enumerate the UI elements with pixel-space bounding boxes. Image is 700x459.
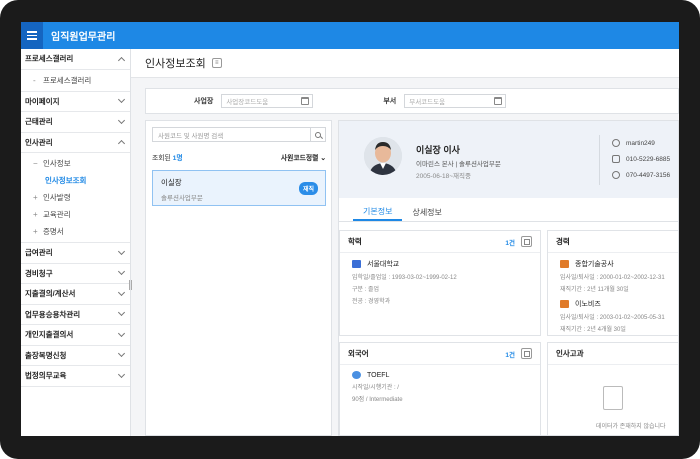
language-count: 1건 [505,351,515,359]
chevron-down-icon [117,329,126,337]
app-screen: 임직원업무관리 프로세스갤러리 - 프로세스갤러리 마이페이지 근태관리 인사관리… [21,22,679,436]
status-badge: 재직 [298,182,318,195]
career-entry: 종합기술공사 입사일/퇴사일 : 2000-01-02~2002-12-31 재… [560,260,665,293]
briefcase-icon [560,300,569,308]
education-count: 1건 [505,239,515,247]
contact-phone: 070-4497-3156 [612,167,670,183]
sidebar-item-company-car[interactable]: 업무용승용차관리 [21,305,130,325]
contact-info: martin249 010-5229-6885 070-4497-3156 [599,135,670,185]
detail-tabs: 기본정보 상세정보 [339,204,678,222]
chevron-down-icon [117,309,126,317]
chevron-down-icon [117,96,126,104]
calendar-icon[interactable] [494,97,503,105]
calendar-icon[interactable] [301,97,310,105]
dept-input[interactable]: 부서코드도움 [404,94,507,108]
language-entry: TOEFL 시작일/시행기관 : / 90점 / Intermediate [352,371,403,403]
copy-icon[interactable] [521,348,532,359]
sidebar-item-hr[interactable]: 인사관리 [21,133,130,153]
document-icon[interactable]: ≡ [211,58,222,68]
chevron-up-icon [117,56,126,64]
graduation-cap-icon [352,260,361,268]
tab-detail-info[interactable]: 상세정보 [402,204,451,221]
company-label: 사업장 [194,98,214,105]
menu-toggle-button[interactable] [21,22,43,49]
sidebar-item-personal-expense[interactable]: 개인지출결의서 [21,325,130,346]
employee-detail-panel: 이실장 이사 이마린스 본사 | 솔루션사업부문 2005-06-18~재직중 … [338,120,679,436]
career-entry: 이노비즈 입사일/퇴사일 : 2003-01-02~2005-05-31 재직기… [560,300,665,333]
chevron-down-icon [117,268,126,276]
globe-icon [352,371,361,379]
sidebar-item-mypage[interactable]: 마이페이지 [21,92,130,112]
sidebar-item-process-gallery[interactable]: 프로세스갤러리 [21,49,130,70]
profile-header: 이실장 이사 이마린스 본사 | 솔루션사업부문 2005-06-18~재직중 … [339,121,678,198]
sidebar-item-attendance[interactable]: 근태관리 [21,112,130,133]
chevron-up-icon [117,140,126,148]
employee-list-panel: 사원코드 및 사원명 검색 조회된 1명 사원코드정렬 ⌄ 이실장 솔루션사업부… [145,120,332,436]
sort-dropdown[interactable]: 사원코드정렬 ⌄ [281,152,326,162]
career-card: 경력 종합기술공사 입사일/퇴사일 : 2000-01-02~2002-12-3… [547,230,678,336]
dept-label: 부서 [383,98,397,105]
sidebar-subitem-process-gallery[interactable]: - 프로세스갤러리 [21,72,130,89]
sidebar-subitem-training[interactable]: + 교육관리 [21,206,130,223]
sidebar-item-mandatory-training[interactable]: 법정의무교육 [21,366,130,387]
sidebar-item-business-trip[interactable]: 출장복명신청 [21,346,130,366]
sidebar-subitem-appointment[interactable]: + 인사발령 [21,189,130,206]
sidebar-item-expense[interactable]: 경비청구 [21,264,130,284]
phone-icon [612,171,620,179]
main-content: 인사정보조회 ≡ 사업장 사업장코드도움 부서 부서코드도움 사원코드 및 사원… [131,49,679,436]
education-entry: 서울대학교 입학일/졸업일 : 1993-03-02~1999-02-12 구분… [352,260,457,305]
sidebar-submenu-gallery: - 프로세스갤러리 [21,70,130,92]
contact-id: martin249 [612,135,670,151]
chevron-down-icon [117,247,126,255]
profile-department: 이마린스 본사 | 솔루션사업부문 [416,161,501,168]
chevron-down-icon [117,116,126,124]
user-icon [612,139,620,147]
tab-basic-info[interactable]: 기본정보 [353,204,403,221]
evaluation-card: 인사고과 데이터가 존재하지 않습니다 [547,342,678,435]
employee-search-input[interactable]: 사원코드 및 사원명 검색 [152,127,326,142]
sidebar-subitem-hr-info[interactable]: − 인사정보 [21,155,130,172]
briefcase-icon [560,260,569,268]
avatar [364,137,402,175]
filter-bar: 사업장 사업장코드도움 부서 부서코드도움 [145,88,679,114]
education-card: 학력 1건 서울대학교 입학일/졸업일 : 1993-03-02~1999-02… [339,230,541,336]
chevron-down-icon [117,370,126,378]
chevron-down-icon [117,350,126,358]
device-frame: 임직원업무관리 프로세스갤러리 - 프로세스갤러리 마이페이지 근태관리 인사관리… [0,0,700,459]
chevron-down-icon [117,288,126,296]
empty-document-icon [603,386,623,410]
top-bar: 임직원업무관리 [21,22,679,49]
result-count-row: 조회된 1명 사원코드정렬 ⌄ [152,152,326,162]
sidebar-submenu-hr: − 인사정보 인사정보조회 + 인사발령 + 교육관리 + 증명서 [21,153,130,243]
profile-join-date: 2005-06-18~재직중 [416,173,471,180]
page-header: 인사정보조회 ≡ [131,49,679,78]
page-title: 인사정보조회 [145,58,206,70]
search-button[interactable] [310,128,325,141]
sidebar-subitem-hr-info-lookup[interactable]: 인사정보조회 [21,172,130,189]
hamburger-icon [27,31,37,33]
company-input[interactable]: 사업장코드도움 [221,94,314,108]
language-card: 외국어 1건 TOEFL 시작일/시행기관 : / 90점 / Intermed… [339,342,541,435]
sidebar-item-disbursement[interactable]: 지출결의/계산서 [21,284,130,305]
search-icon [315,131,321,138]
result-count: 1명 [172,155,183,162]
mobile-icon [612,155,620,163]
sidebar-item-payroll[interactable]: 급여관리 [21,243,130,264]
sidebar: 프로세스갤러리 - 프로세스갤러리 마이페이지 근태관리 인사관리 − 인사정보 인… [21,49,131,436]
empty-message: 데이터가 존재하지 않습니다 [596,424,666,430]
copy-icon[interactable] [521,236,532,247]
contact-mobile: 010-5229-6885 [612,151,670,167]
person-photo-icon [364,137,402,175]
sidebar-subitem-certificate[interactable]: + 증명서 [21,223,130,240]
app-title: 임직원업무관리 [51,32,116,43]
employee-list-item[interactable]: 이실장 솔루션사업부문 재직 [152,170,326,206]
profile-name: 이실장 이사 [416,145,460,155]
